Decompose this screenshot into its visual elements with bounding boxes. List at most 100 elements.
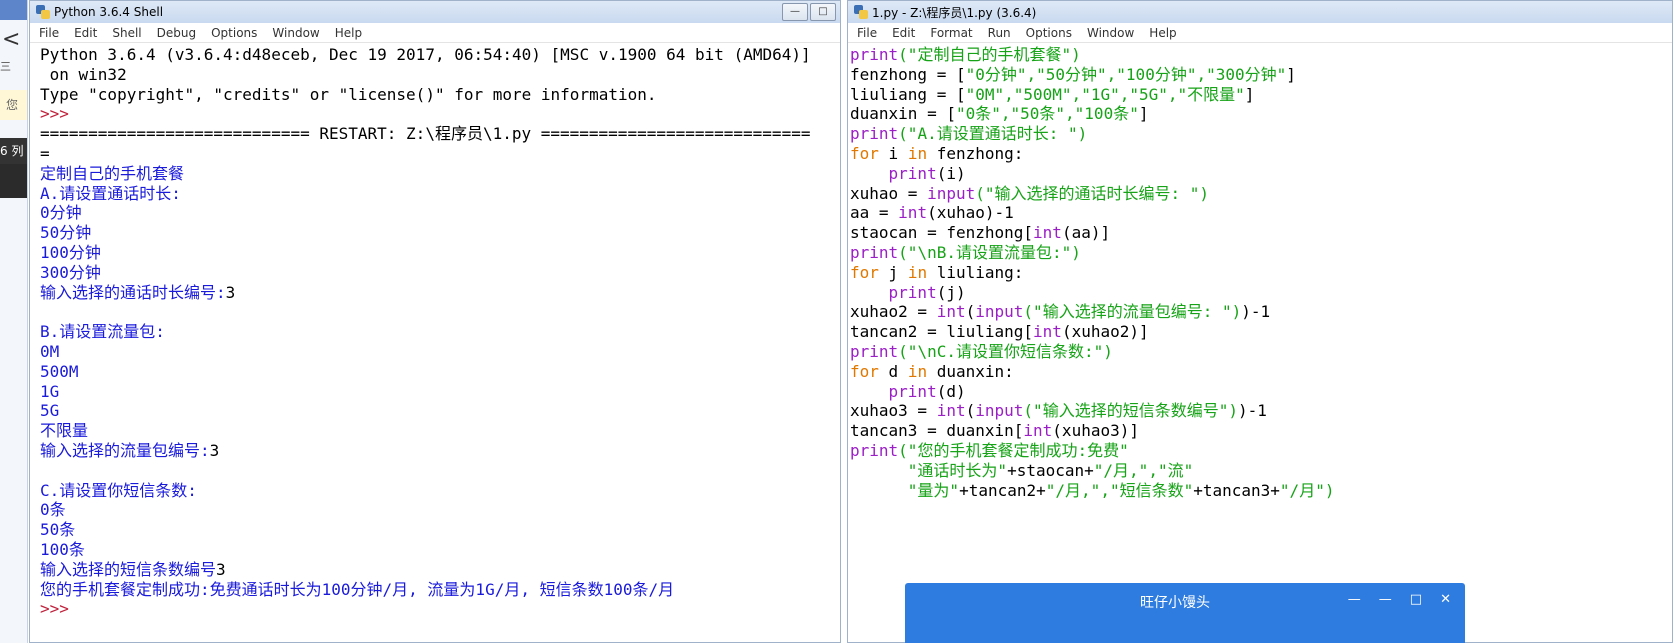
code-token: 3 xyxy=(216,559,226,579)
code-line: xuhao3 = int(input("输入选择的短信条数编号"))-1 xyxy=(850,401,1672,421)
code-token: +tancan2+ xyxy=(959,480,1046,500)
code-token: for xyxy=(850,361,879,381)
shell-titlebar[interactable]: Python 3.6.4 Shell — □ xyxy=(30,1,840,23)
popup-menu-button[interactable]: — xyxy=(1348,592,1361,607)
code-token: Type "copyright", "credits" or "license(… xyxy=(40,84,657,104)
code-token: 500M xyxy=(40,361,79,381)
code-token: d xyxy=(878,361,908,381)
editor-window[interactable]: 1.py - Z:\程序员\1.py (3.6.4) File Edit Forma… xyxy=(847,0,1673,643)
code-token: "0条","50条","100条" xyxy=(955,104,1139,124)
code-token: aa = xyxy=(850,203,899,223)
code-token: for xyxy=(850,143,879,163)
code-token: +staocan+ xyxy=(1007,460,1094,480)
shell-menu-help[interactable]: Help xyxy=(326,26,368,40)
code-line: aa = int(xuhao)-1 xyxy=(850,203,1672,223)
maximize-button[interactable]: □ xyxy=(810,3,836,21)
code-editor[interactable]: print("定制自己的手机套餐") fenzhong = ["0分钟","50分… xyxy=(848,43,1672,500)
shell-line: 100分钟 xyxy=(40,243,840,263)
code-line: print("A.请设置通话时长: ") xyxy=(850,124,1672,144)
shell-line: 输入选择的通话时长编号:3 xyxy=(40,283,840,303)
code-line: print("\nB.请设置流量包:") xyxy=(850,243,1672,263)
shell-line: 0M xyxy=(40,342,840,362)
python-logo-icon xyxy=(854,5,868,19)
code-token: +tancan3+ xyxy=(1193,480,1280,500)
code-token: tancan2 = liuliang[ xyxy=(850,322,1034,342)
code-token: ("输入选择的短信条数编号") xyxy=(1023,401,1238,421)
editor-titlebar[interactable]: 1.py - Z:\程序员\1.py (3.6.4) xyxy=(848,1,1672,23)
popup-maximize-button[interactable]: □ xyxy=(1410,592,1422,607)
code-token: duanxin = [ xyxy=(850,104,956,124)
python-shell-window[interactable]: Python 3.6.4 Shell — □ File Edit Shell Debu… xyxy=(29,0,841,643)
shell-menu-window[interactable]: Window xyxy=(263,26,325,40)
code-token: print xyxy=(888,381,937,401)
popup-minimize-button[interactable]: — xyxy=(1379,592,1392,607)
menu-icon[interactable]: 三 xyxy=(0,58,11,74)
code-token: fenzhong = [ xyxy=(850,64,966,84)
code-token: 0分钟 xyxy=(40,203,82,223)
code-token: xuhao3 = xyxy=(850,401,937,421)
code-line: "量为"+tancan2+"/月,","短信条数"+tancan3+"/月") xyxy=(850,481,1672,501)
code-token: in xyxy=(907,143,928,163)
minimize-button[interactable]: — xyxy=(782,3,808,21)
popup-title: 旺仔小馒头 xyxy=(1140,595,1210,611)
editor-menu-help[interactable]: Help xyxy=(1140,26,1182,40)
shell-line: 300分钟 xyxy=(40,263,840,283)
code-line: "通话时长为"+staocan+"/月,","流" xyxy=(850,461,1672,481)
editor-menu-run[interactable]: Run xyxy=(979,26,1017,40)
code-token: >>> xyxy=(40,104,69,124)
code-token: in xyxy=(907,361,928,381)
code-token: ("定制自己的手机套餐") xyxy=(898,45,1081,64)
code-line: tancan2 = liuliang[int(xuhao2)] xyxy=(850,322,1672,342)
shell-line: >>> xyxy=(40,599,840,619)
popup-close-button[interactable]: ✕ xyxy=(1440,592,1451,607)
editor-menu-options[interactable]: Options xyxy=(1017,26,1078,40)
editor-menubar: File Edit Format Run Options Window Help xyxy=(848,23,1672,43)
back-arrow-icon[interactable]: < xyxy=(2,27,20,52)
editor-menu-window[interactable]: Window xyxy=(1078,26,1140,40)
chat-popup-window[interactable]: 旺仔小馒头 — — □ ✕ xyxy=(905,583,1465,643)
code-token: duanxin: xyxy=(927,361,1014,381)
shell-menu-edit[interactable]: Edit xyxy=(65,26,103,40)
code-line: print("\nC.请设置你短信条数:") xyxy=(850,342,1672,362)
code-token: = xyxy=(40,143,50,163)
code-line: tancan3 = duanxin[int(xuhao3)] xyxy=(850,421,1672,441)
code-token: (xuhao)-1 xyxy=(927,203,1014,223)
code-token: int xyxy=(1033,223,1062,243)
shell-menu-debug[interactable]: Debug xyxy=(148,26,202,40)
code-token: on win32 xyxy=(40,64,127,84)
shell-line: A.请设置通话时长: xyxy=(40,184,840,204)
code-token: C.请设置你短信条数: xyxy=(40,480,197,500)
shell-line: 输入选择的短信条数编号3 xyxy=(40,560,840,580)
shell-title: Python 3.6.4 Shell xyxy=(54,5,164,19)
code-token: 5G xyxy=(40,401,60,421)
shell-menu-file[interactable]: File xyxy=(30,26,65,40)
editor-menu-format[interactable]: Format xyxy=(921,26,978,40)
code-token: )-1 xyxy=(1241,302,1271,322)
code-token: liuliang: xyxy=(927,262,1024,282)
shell-line: 50条 xyxy=(40,520,840,540)
code-token: staocan = fenzhong[ xyxy=(850,223,1034,243)
code-token: print xyxy=(850,45,899,64)
code-token: input xyxy=(927,183,976,203)
shell-output[interactable]: Python 3.6.4 (v3.6.4:d48eceb, Dec 19 201… xyxy=(30,43,840,619)
code-token: input xyxy=(975,401,1024,421)
shell-line: B.请设置流量包: xyxy=(40,322,840,342)
editor-menu-edit[interactable]: Edit xyxy=(883,26,921,40)
code-token: xuhao = xyxy=(850,183,928,203)
code-line: duanxin = ["0条","50条","100条"] xyxy=(850,104,1672,124)
code-token: input xyxy=(975,302,1024,322)
shell-line: 100条 xyxy=(40,540,840,560)
code-token: 定制自己的手机套餐 xyxy=(40,163,185,183)
shell-line: on win32 xyxy=(40,65,840,85)
code-line: print(j) xyxy=(850,283,1672,303)
shell-menu-shell[interactable]: Shell xyxy=(103,26,147,40)
code-line: for j in liuliang: xyxy=(850,263,1672,283)
code-line: xuhao = input("输入选择的通话时长编号: ") xyxy=(850,184,1672,204)
code-token: i xyxy=(878,143,908,163)
editor-menu-file[interactable]: File xyxy=(848,26,883,40)
code-token: 您的手机套餐定制成功:免费通话时长为100分钟/月, 流量为1G/月, 短信条数… xyxy=(40,579,675,599)
code-token: 50分钟 xyxy=(40,223,92,243)
shell-menu-options[interactable]: Options xyxy=(202,26,263,40)
